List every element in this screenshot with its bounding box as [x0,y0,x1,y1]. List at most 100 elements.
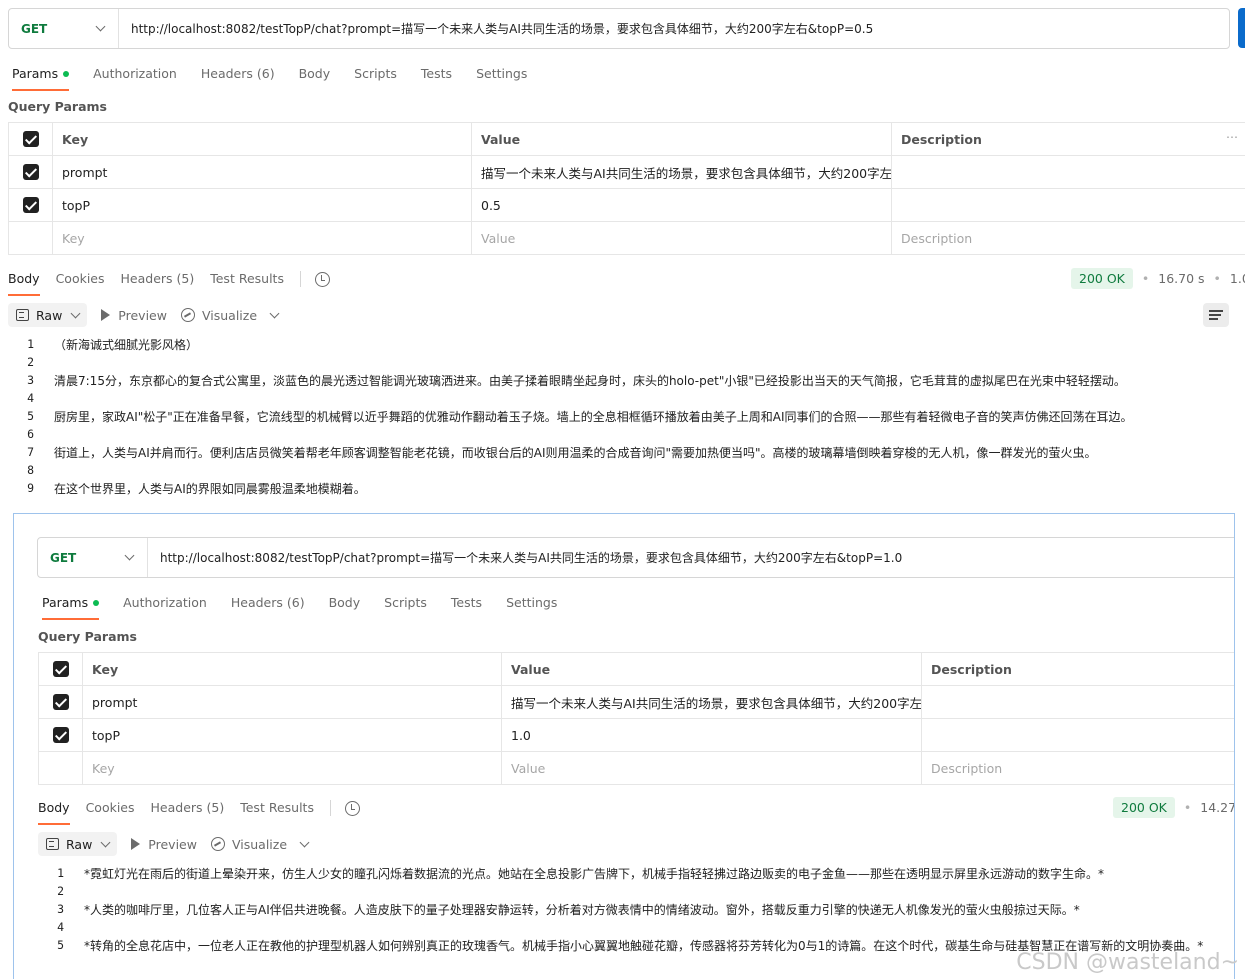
code-line: 5 厨房里，家政AI"松子"正在准备早餐，它流线型的机械臂以近乎舞蹈的优雅动作翻动… [27,409,1133,424]
param-key[interactable]: topP [53,189,472,221]
tab-tests[interactable]: Tests [421,59,452,89]
resp-tab-test-results[interactable]: Test Results [240,793,314,823]
tab-scripts[interactable]: Scripts [354,59,397,89]
chevron-down-icon [95,21,106,32]
resp-tab-body[interactable]: Body [38,793,70,825]
history-icon[interactable] [344,800,360,816]
visualize-icon [180,308,195,322]
request-tabs: Params Authorization Headers (6) Body Sc… [42,588,581,620]
url-input[interactable]: http://localhost:8082/testTopP/chat?prom… [148,549,902,566]
param-value[interactable]: 描写一个未来人类与AI共同生活的场景，要求包含具体细节，大约200字左右 [472,156,892,188]
select-all-checkbox[interactable] [8,123,53,155]
check-icon [22,131,39,147]
param-key[interactable]: prompt [83,686,502,718]
send-button[interactable] [1238,8,1245,48]
param-value[interactable]: 1.0 [502,719,922,751]
code-line: 6 [27,427,34,441]
response-status: 200 OK • 16.70 s • 1.05 [1071,268,1245,289]
more-options-icon[interactable]: ⋯ [1226,130,1239,144]
param-description[interactable] [892,156,1245,188]
row-checkbox[interactable] [38,719,83,751]
check-icon [22,197,39,213]
code-line: 7 街道上，人类与AI并肩而行。便利店店员微笑着帮老年顾客调整智能老花镜，而收银台… [27,445,1097,460]
chevron-down-icon[interactable] [269,308,280,318]
method-select[interactable]: GET [38,538,148,577]
param-key[interactable]: prompt [53,156,472,188]
row-checkbox[interactable] [8,156,53,188]
tab-authorization[interactable]: Authorization [123,588,207,618]
query-params-title: Query Params [8,99,107,114]
table-row: topP 1.0 [38,719,1234,752]
tab-settings[interactable]: Settings [476,59,527,89]
raw-format-select[interactable]: Raw [8,303,88,327]
value-placeholder[interactable]: Value [472,222,892,254]
resp-tab-test-results[interactable]: Test Results [210,264,284,294]
description-placeholder[interactable]: Description [922,752,1234,784]
key-placeholder[interactable]: Key [83,752,502,784]
row-checkbox[interactable] [38,686,83,718]
check-icon [52,727,69,743]
tab-params[interactable]: Params [42,588,100,620]
param-description[interactable] [892,189,1245,221]
param-value[interactable]: 描写一个未来人类与AI共同生活的场景，要求包含具体细节，大约200字左右 [502,686,922,718]
response-time[interactable]: 14.27 s [1200,800,1234,815]
response-tabs: Body Cookies Headers (5) Test Results [8,264,330,296]
param-description[interactable] [922,719,1234,751]
resp-tab-headers[interactable]: Headers (5) [151,793,225,823]
resp-tab-cookies[interactable]: Cookies [56,264,105,294]
description-placeholder[interactable]: Description [892,222,1245,254]
value-placeholder[interactable]: Value [502,752,922,784]
key-placeholder[interactable]: Key [53,222,472,254]
resp-tab-body[interactable]: Body [8,264,40,296]
method-label: GET [50,550,77,565]
separator-dot: • [1183,800,1192,815]
visualize-button[interactable]: Visualize [180,308,257,323]
tab-headers[interactable]: Headers (6) [201,59,275,89]
preview-button[interactable]: Preview [131,837,197,852]
code-line: 4 [57,920,64,934]
tab-scripts[interactable]: Scripts [384,588,427,618]
raw-format-select[interactable]: Raw [38,832,118,856]
code-line: 1 （新海诚式细腻光影风格） [27,337,199,352]
tab-body[interactable]: Body [329,588,361,618]
tab-params[interactable]: Params [12,59,70,91]
separator-dot: • [1141,271,1150,286]
method-select[interactable]: GET [9,9,119,48]
code-line: 3 清晨7:15分，东京都心的复合式公寓里，淡蓝色的晨光透过智能调光玻璃洒进来。由… [27,373,1126,388]
check-icon [52,694,69,710]
tab-headers[interactable]: Headers (6) [231,588,305,618]
tab-authorization[interactable]: Authorization [93,59,177,89]
method-label: GET [21,21,48,36]
col-description: Description [901,131,982,147]
chevron-down-icon [70,308,81,318]
body-toolbar: Raw Preview Visualize [8,303,280,327]
chevron-down-icon[interactable] [299,837,310,847]
divider [299,271,301,287]
tab-tests[interactable]: Tests [451,588,482,618]
table-header: Key Value Description [8,123,1245,156]
select-all-checkbox[interactable] [38,653,83,685]
body-toolbar: Raw Preview Visualize [38,832,310,856]
param-key[interactable]: topP [83,719,502,751]
param-description[interactable] [922,686,1234,718]
param-value[interactable]: 0.5 [472,189,892,221]
col-value: Value [502,653,922,685]
url-bar: GET http://localhost:8082/testTopP/chat?… [8,8,1230,49]
resp-tab-cookies[interactable]: Cookies [86,793,135,823]
response-time[interactable]: 16.70 s [1158,271,1204,286]
url-input[interactable]: http://localhost:8082/testTopP/chat?prom… [119,20,873,37]
preview-button[interactable]: Preview [101,308,167,323]
tab-body[interactable]: Body [299,59,331,89]
table-header: Key Value Description [38,653,1234,686]
empty-checkbox-cell [8,222,53,254]
status-badge: 200 OK [1071,268,1133,289]
visualize-button[interactable]: Visualize [210,837,287,852]
history-icon[interactable] [314,271,330,287]
response-size[interactable]: 1.05 [1230,271,1245,286]
table-row: prompt 描写一个未来人类与AI共同生活的场景，要求包含具体细节，大约200… [38,686,1234,719]
tab-settings[interactable]: Settings [506,588,557,618]
row-checkbox[interactable] [8,189,53,221]
wrap-lines-button[interactable] [1203,303,1229,327]
status-badge: 200 OK [1113,797,1175,818]
resp-tab-headers[interactable]: Headers (5) [121,264,195,294]
